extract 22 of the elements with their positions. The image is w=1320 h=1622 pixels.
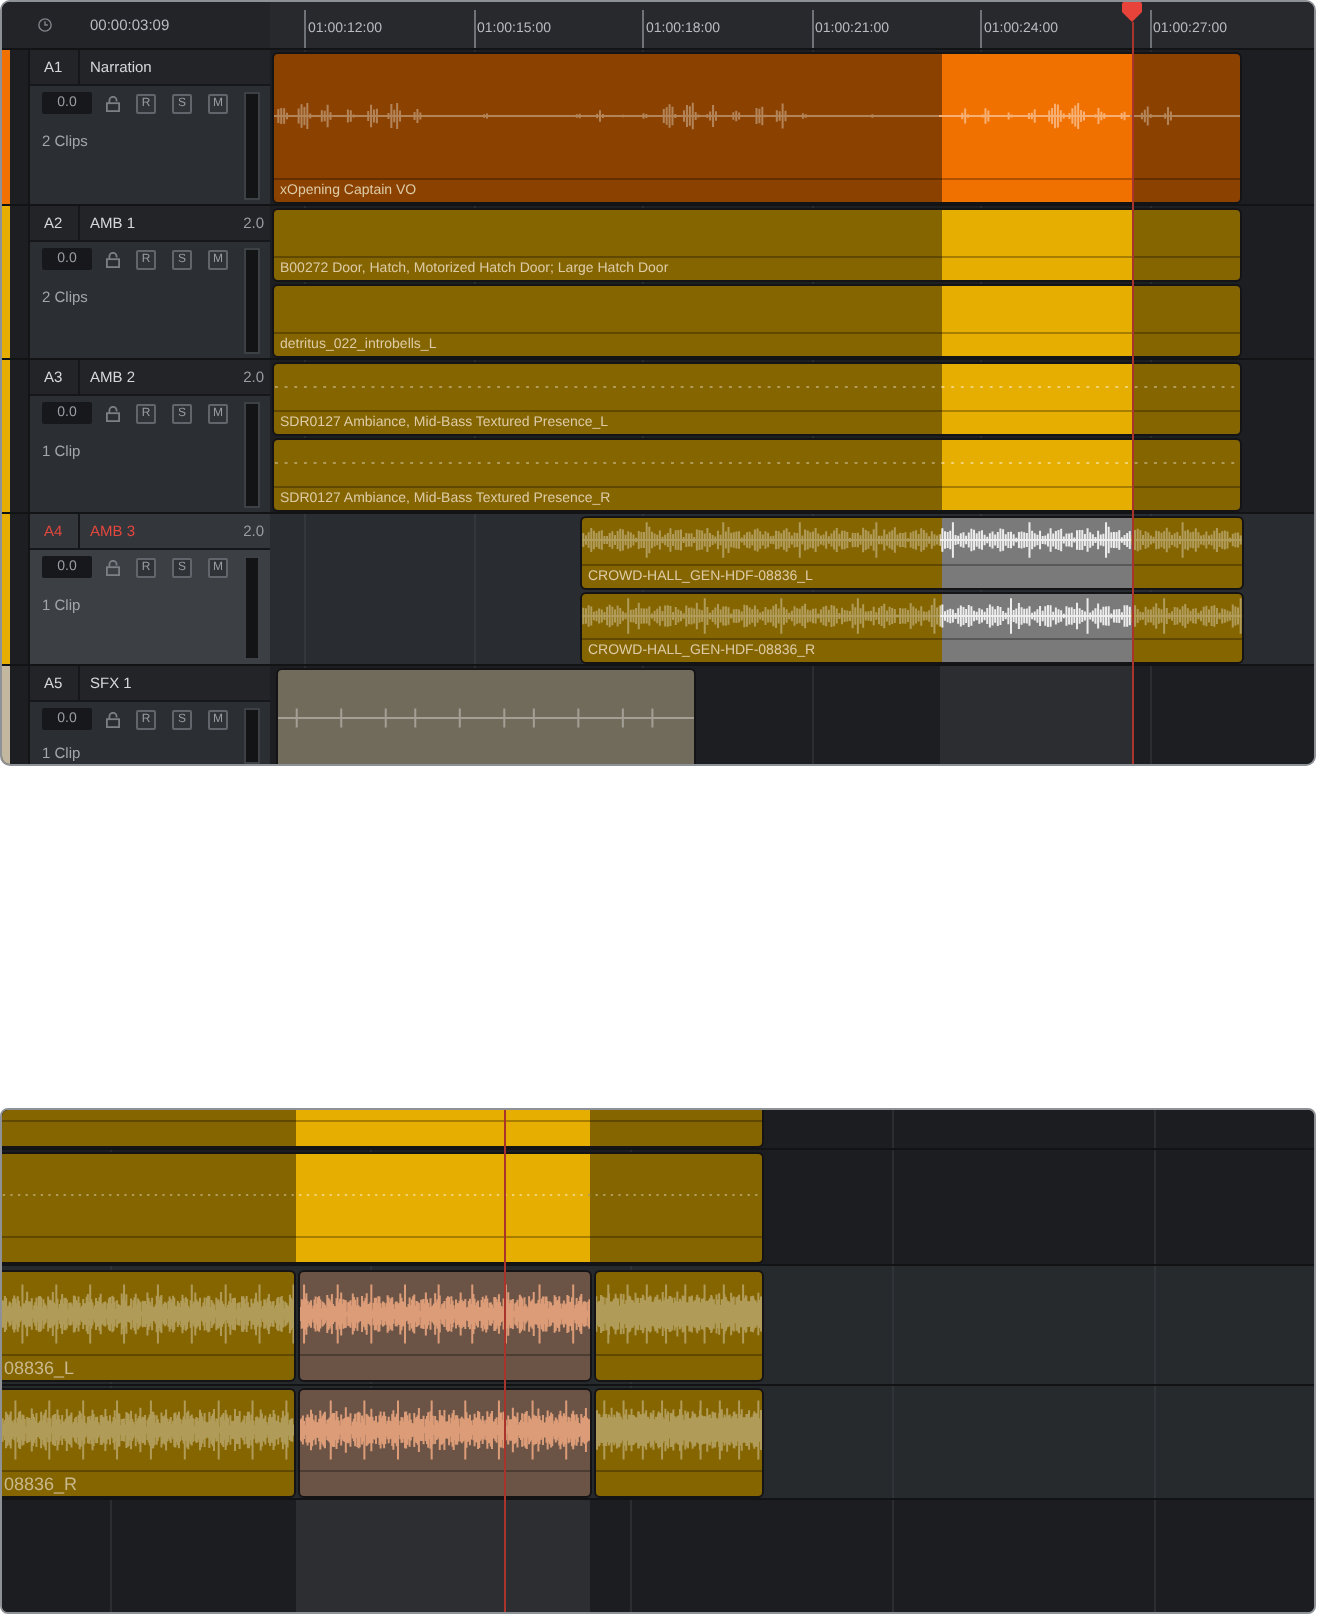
audio-clip[interactable]	[298, 1270, 592, 1382]
audio-clip[interactable]	[594, 1388, 764, 1498]
level-meter	[244, 92, 260, 200]
clip-name: 08836_L	[4, 1357, 75, 1379]
playhead-marker-icon[interactable]	[1122, 2, 1142, 22]
clock-icon	[38, 18, 52, 32]
lock-icon[interactable]	[106, 711, 120, 727]
lock-icon[interactable]	[106, 95, 120, 111]
level-meter	[244, 248, 260, 354]
audio-clip[interactable]: 08836_R	[2, 1388, 296, 1498]
audio-clip[interactable]	[2, 1152, 764, 1264]
audio-clip[interactable]	[276, 668, 696, 764]
audio-clip[interactable]	[594, 1270, 764, 1382]
lock-icon[interactable]	[106, 405, 120, 421]
clip-name: 08836_R	[4, 1473, 78, 1495]
lock-icon[interactable]	[106, 251, 120, 267]
audio-clip[interactable]: 08836_L	[2, 1270, 296, 1382]
audio-clip[interactable]	[298, 1388, 592, 1498]
level-meter	[244, 402, 260, 508]
lock-icon[interactable]	[106, 559, 120, 575]
audio-clip[interactable]	[2, 1110, 764, 1148]
level-meter	[244, 556, 260, 660]
